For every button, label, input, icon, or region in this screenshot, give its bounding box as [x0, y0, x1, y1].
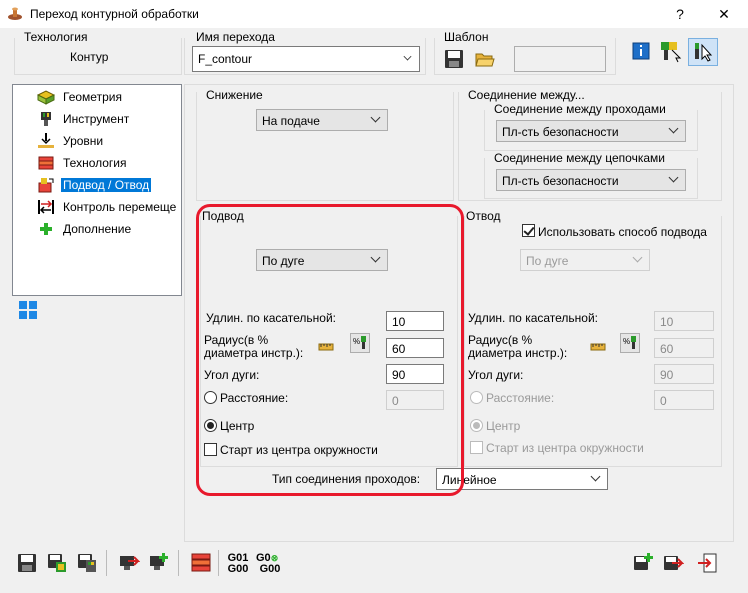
highlight-frame	[196, 204, 464, 496]
percent-icon: %	[623, 336, 636, 349]
info-icon[interactable]	[632, 42, 650, 60]
app-icon	[8, 7, 22, 20]
pointer-mode-button[interactable]	[688, 38, 718, 66]
tree-item-label: Инструмент	[63, 112, 130, 126]
technology-value: Контур	[70, 50, 109, 64]
tree-item-label: Контроль перемеще	[63, 200, 177, 214]
export-icon[interactable]	[118, 552, 140, 574]
close-button[interactable]: ✕	[706, 0, 742, 28]
retract-start-center-label: Старт из центра окружности	[486, 441, 644, 455]
retract-distance-input[interactable]: 0	[654, 390, 714, 410]
g0-g00-button[interactable]: G0⊗ G00	[256, 553, 284, 575]
chevron-down-icon	[668, 123, 679, 134]
lowering-dropdown[interactable]: На подаче	[256, 109, 388, 131]
percent-toggle-button[interactable]: %	[620, 333, 640, 353]
operation-name-label: Имя перехода	[196, 30, 275, 44]
connection-label: Соединение между...	[468, 88, 585, 102]
approach-icon	[38, 178, 54, 193]
retract-type-dropdown[interactable]: По дуге	[520, 249, 650, 271]
chains-label: Соединение между цепочками	[494, 151, 665, 165]
navigation-tree: Геометрия Инструмент Уровни Технология П…	[12, 84, 182, 296]
technology-stack-icon[interactable]	[190, 552, 212, 574]
retract-arc-label: Угол дуги:	[468, 368, 524, 382]
chevron-down-icon	[590, 471, 601, 482]
tool-path-icon[interactable]	[658, 38, 684, 64]
operation-name-combo[interactable]: F_contour	[192, 46, 420, 72]
retract-tangent-input[interactable]: 10	[654, 311, 714, 331]
motion-control-icon	[38, 200, 54, 214]
chevron-down-icon	[632, 252, 643, 263]
template-label: Шаблон	[444, 30, 489, 44]
save-icon[interactable]	[443, 48, 465, 70]
toolbar-separator	[218, 550, 219, 576]
retract-distance-label: Расстояние:	[486, 391, 555, 405]
chevron-down-icon	[370, 112, 381, 123]
toolbar-separator	[106, 550, 107, 576]
levels-icon	[38, 133, 54, 148]
use-approach-checkbox[interactable]	[522, 224, 535, 237]
technology-icon	[38, 156, 54, 170]
tree-item-label: Геометрия	[63, 90, 122, 104]
g00-label: G00	[227, 563, 249, 575]
tree-item-label: Дополнение	[63, 222, 132, 236]
retract-start-center-checkbox[interactable]	[470, 441, 483, 454]
retract-radius-label-1: Радиус(в %	[468, 333, 533, 347]
retract-radius-label-2: диаметра инстр.):	[468, 346, 568, 360]
geometry-icon	[37, 90, 55, 105]
save-add-icon[interactable]	[632, 552, 654, 574]
g00-label: G00	[259, 563, 281, 575]
chevron-down-icon	[668, 172, 679, 183]
open-folder-icon[interactable]	[474, 48, 496, 70]
exit-icon[interactable]	[696, 552, 718, 574]
add-icon	[40, 223, 52, 235]
tool-icon	[41, 112, 51, 126]
save-as-icon[interactable]	[46, 552, 68, 574]
toolbar-separator	[178, 550, 179, 576]
retract-radius-input[interactable]: 60	[654, 338, 714, 358]
use-approach-label: Использовать способ подвода	[538, 225, 707, 239]
passes-label: Соединение между проходами	[494, 102, 666, 116]
window-title: Переход контурной обработки	[30, 7, 199, 21]
chevron-down-icon	[403, 52, 412, 61]
save-run-icon[interactable]	[662, 552, 684, 574]
tree-item-label: Уровни	[63, 134, 104, 148]
lowering-label: Снижение	[206, 88, 263, 102]
g01-g00-button[interactable]: G01 G00	[226, 553, 250, 575]
retract-center-radio[interactable]	[470, 419, 483, 432]
add-operation-icon[interactable]	[148, 552, 170, 574]
help-button[interactable]: ?	[662, 0, 698, 28]
chains-value: Пл-сть безопасности	[502, 174, 619, 188]
cursor-icon	[695, 43, 713, 62]
retract-distance-radio[interactable]	[470, 391, 483, 404]
chains-dropdown[interactable]: Пл-сть безопасности	[496, 169, 686, 191]
operation-name-value: F_contour	[198, 52, 253, 66]
retract-type-value: По дуге	[526, 254, 569, 268]
save-all-icon[interactable]	[76, 552, 98, 574]
lowering-value: На подаче	[262, 114, 320, 128]
svg-text:%: %	[623, 337, 630, 346]
passes-dropdown[interactable]: Пл-сть безопасности	[496, 120, 686, 142]
retract-arc-input[interactable]: 90	[654, 364, 714, 384]
retract-center-label: Центр	[486, 419, 521, 433]
retract-label: Отвод	[466, 209, 501, 223]
grid-view-icon[interactable]	[18, 300, 38, 320]
title-bar: Переход контурной обработки ? ✕	[0, 0, 748, 28]
save-icon[interactable]	[16, 552, 38, 574]
tree-item-label: Подвод / Отвод	[61, 178, 152, 192]
passes-value: Пл-сть безопасности	[502, 125, 619, 139]
template-field	[514, 46, 606, 72]
technology-label: Технология	[24, 30, 88, 44]
ruler-icon	[590, 343, 606, 351]
tree-item-label: Технология	[63, 156, 127, 170]
retract-tangent-label: Удлин. по касательной:	[468, 311, 599, 325]
